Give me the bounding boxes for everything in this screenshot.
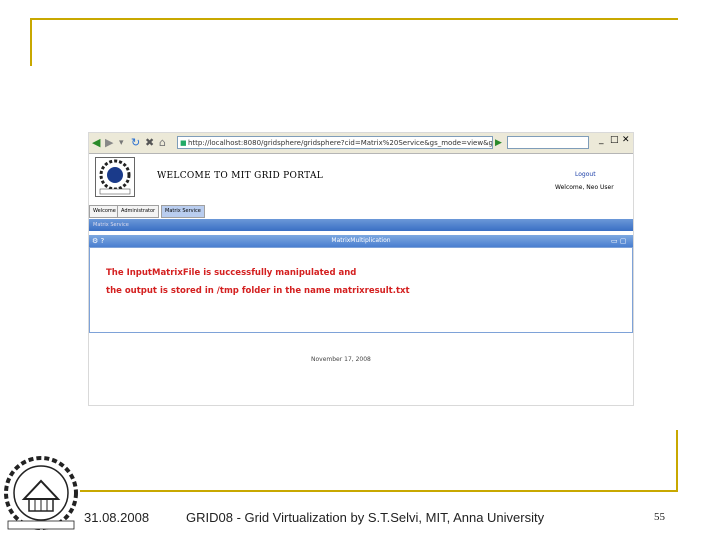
- maximize-icon[interactable]: □: [610, 135, 619, 145]
- tab-matrix-service[interactable]: Matrix Service: [161, 205, 205, 218]
- address-text: http://localhost:8080/gridsphere/gridsph…: [188, 139, 493, 147]
- welcome-user-text: Welcome, Neo User: [555, 184, 614, 191]
- portlet-title: MatrixMultiplication: [331, 237, 391, 244]
- address-bar[interactable]: ■ http://localhost:8080/gridsphere/grids…: [177, 136, 493, 149]
- tab-administrator[interactable]: Administrator: [117, 205, 160, 218]
- tab-welcome[interactable]: Welcome: [89, 205, 120, 218]
- forward-icon[interactable]: ▶: [105, 136, 113, 150]
- result-message-line1: The InputMatrixFile is successfully mani…: [106, 268, 357, 278]
- portal-tabs: Welcome Administrator Matrix Service: [89, 205, 633, 218]
- dropdown-icon[interactable]: ▾: [119, 136, 124, 150]
- sub-navigation-label[interactable]: Matrix Service: [93, 219, 129, 231]
- frame-right-line: [676, 430, 678, 490]
- browser-toolbar: ◀ ▶ ▾ ↻ ✖ ⌂ ■ http://localhost:8080/grid…: [89, 133, 633, 154]
- search-box[interactable]: [507, 136, 589, 149]
- university-seal-icon: [2, 455, 80, 533]
- frame-top-line: [30, 18, 678, 20]
- result-message-line2: the output is stored in /tmp folder in t…: [106, 286, 410, 296]
- sub-navigation-bar: Matrix Service: [89, 219, 633, 231]
- portlet-panel: The InputMatrixFile is successfully mani…: [89, 247, 633, 333]
- page-number: 55: [654, 511, 665, 523]
- browser-screenshot: ◀ ▶ ▾ ↻ ✖ ⌂ ■ http://localhost:8080/grid…: [88, 132, 634, 406]
- footer-date: 31.08.2008: [84, 510, 150, 525]
- home-icon[interactable]: ⌂: [159, 136, 166, 150]
- close-icon[interactable]: ✕: [622, 135, 630, 145]
- portal-logo: [95, 157, 135, 197]
- portlet-title-bar: ⚙ ? MatrixMultiplication ▭ ▢: [89, 235, 633, 247]
- frame-left-line: [30, 18, 32, 66]
- frame-bottom-line: [80, 490, 678, 492]
- footer-title: GRID08 - Grid Virtualization by S.T.Selv…: [186, 510, 545, 525]
- logout-link[interactable]: Logout: [575, 171, 596, 178]
- portal-title: WELCOME TO MIT GRID PORTAL: [157, 171, 324, 181]
- go-icon[interactable]: ▶: [495, 136, 502, 150]
- minimize-icon[interactable]: _: [599, 135, 604, 145]
- stop-icon[interactable]: ✖: [145, 136, 154, 150]
- back-icon[interactable]: ◀: [92, 136, 100, 150]
- reload-icon[interactable]: ↻: [131, 136, 140, 150]
- portlet-window-icons[interactable]: ▭ ▢: [611, 235, 626, 247]
- portal-date: November 17, 2008: [311, 356, 371, 363]
- page-icon: ■: [180, 139, 187, 147]
